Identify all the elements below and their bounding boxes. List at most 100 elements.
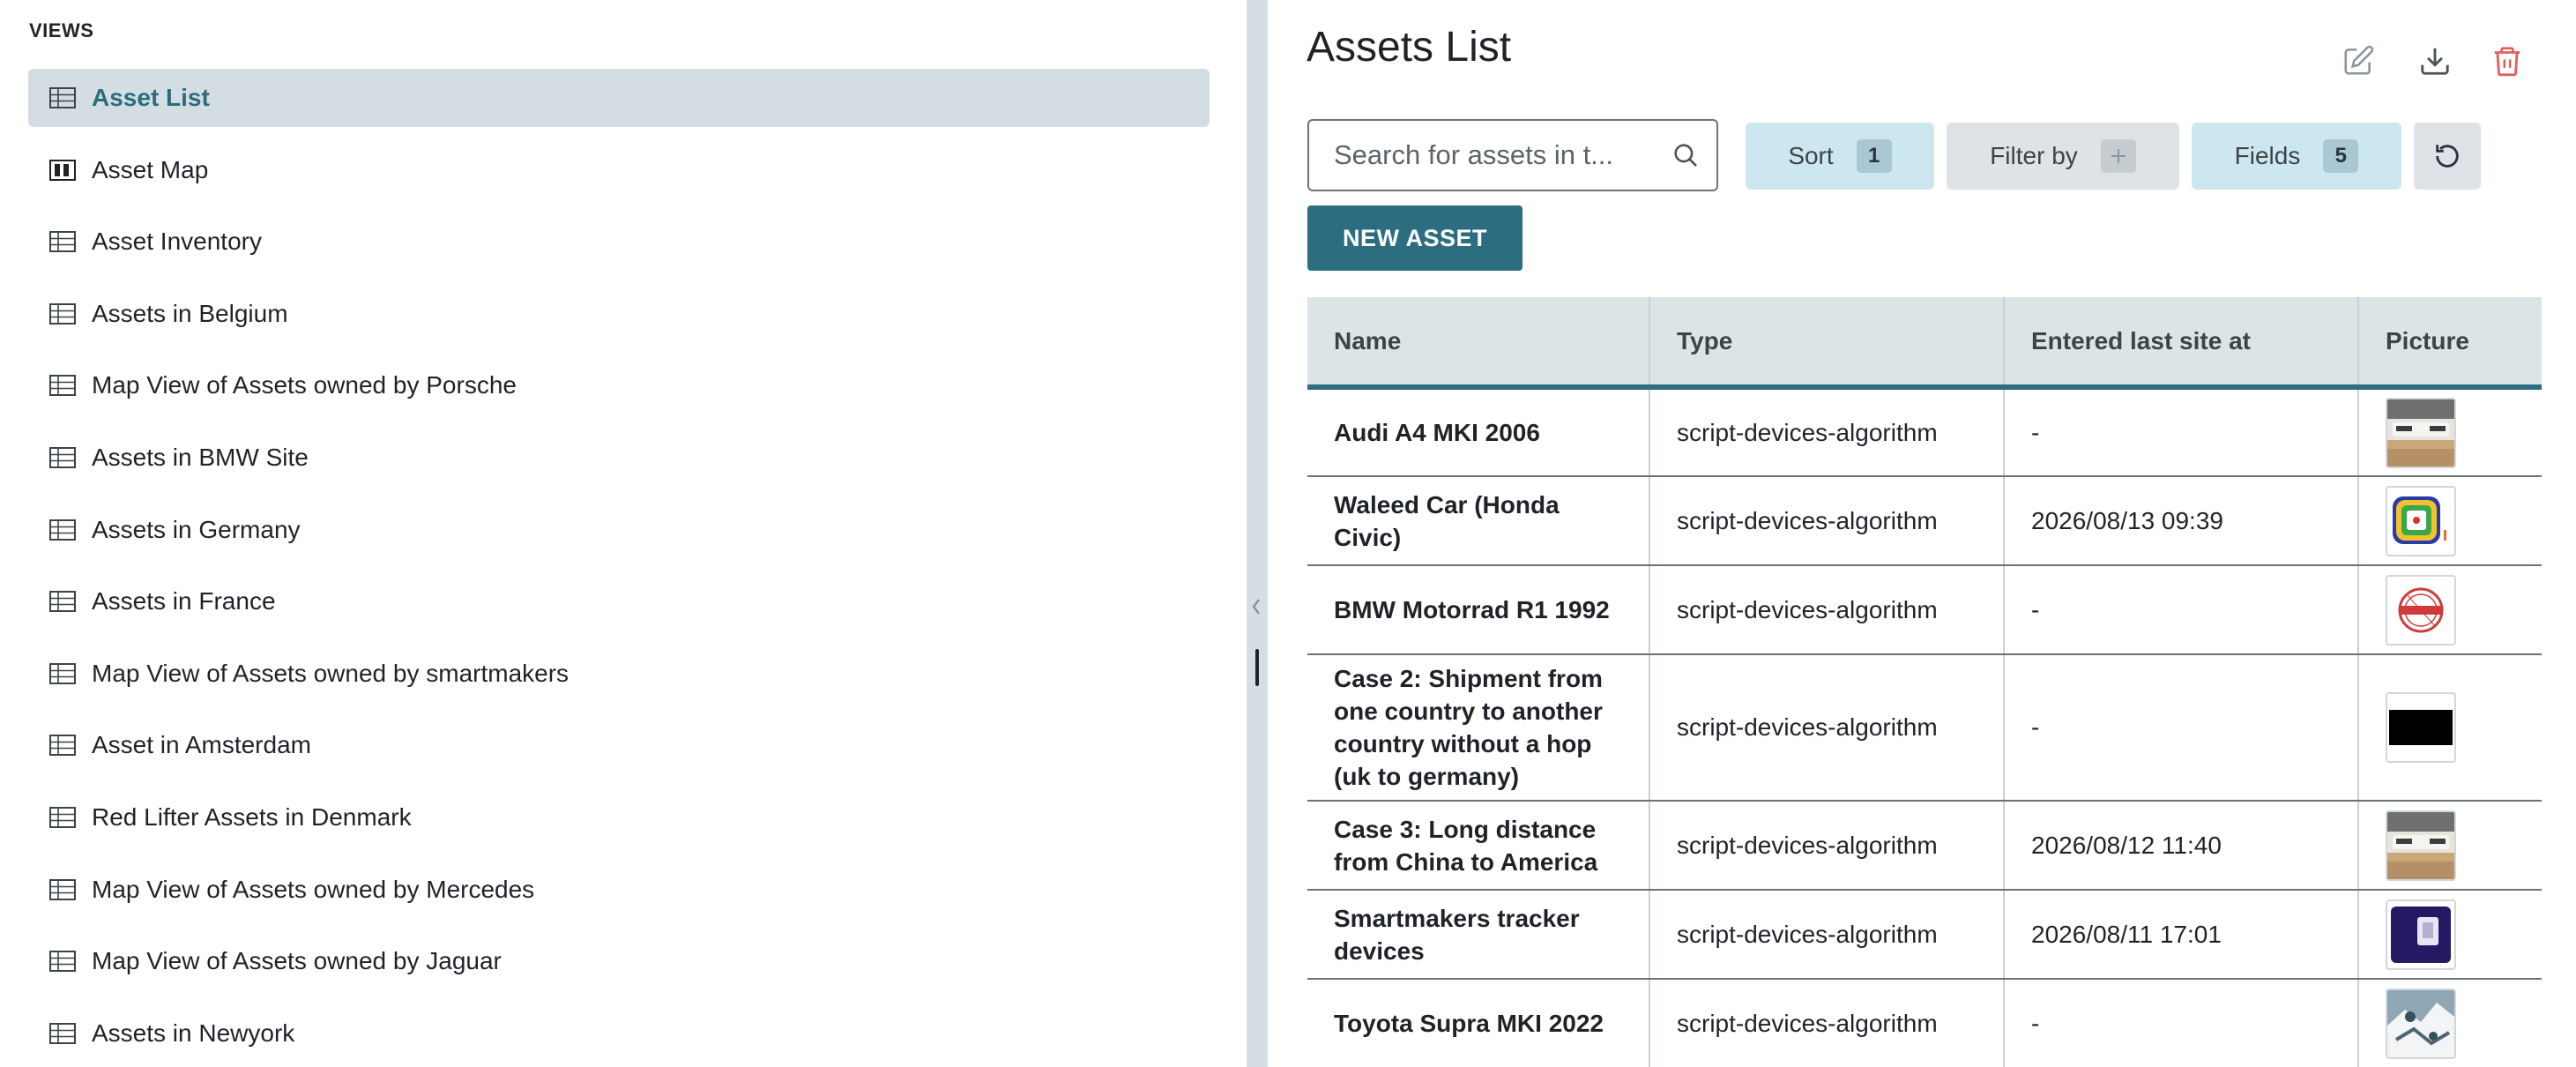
column-header-entered-last-site[interactable]: Entered last site at (2004, 297, 2359, 390)
table-icon (49, 662, 76, 684)
view-item-asset-map[interactable]: Asset Map (28, 141, 1210, 199)
map-columns-icon (49, 159, 76, 181)
assets-table: Name Type Entered last site at Picture A… (1307, 297, 2542, 1067)
view-item-asset-list[interactable]: Asset List (28, 69, 1210, 127)
table-row[interactable]: Toyota Supra MKI 2022 script-devices-algo… (1307, 979, 2542, 1067)
view-item-label: Map View of Assets owned by Jaguar (92, 947, 502, 975)
asset-type-cell: script-devices-algorithm (1649, 476, 2005, 566)
view-item-label: Assets in Newyork (92, 1018, 295, 1047)
picture-cell (2358, 890, 2542, 980)
collapse-left-icon[interactable] (1250, 596, 1262, 617)
table-body: Audi A4 MKI 2006 script-devices-algorithm… (1307, 387, 2542, 1067)
sample-stamp-thumbnail[interactable] (2386, 574, 2456, 645)
edit-button[interactable] (2336, 39, 2380, 83)
view-item-map-view-of-assets-owned-by-porsche[interactable]: Map View of Assets owned by Porsche (28, 356, 1210, 414)
sort-button[interactable]: Sort 1 (1746, 123, 1934, 190)
view-item-asset-inventory[interactable]: Asset Inventory (28, 213, 1210, 271)
asset-name-link[interactable]: Audi A4 MKI 2006 (1307, 387, 1650, 477)
view-item-assets-in-bmw-site[interactable]: Assets in BMW Site (28, 429, 1210, 487)
asset-name-link[interactable]: BMW Motorrad R1 1992 (1307, 565, 1650, 655)
view-item-red-lifter-assets-in-denmark[interactable]: Red Lifter Assets in Denmark (28, 788, 1210, 847)
asset-name-link[interactable]: Waleed Car (Honda Civic) (1307, 476, 1650, 566)
picture-cell (2358, 801, 2542, 891)
view-item-assets-in-newyork[interactable]: Assets in Newyork (28, 1004, 1210, 1063)
column-header-picture[interactable]: Picture (2358, 297, 2542, 390)
view-item-assets-in-belgium[interactable]: Assets in Belgium (28, 285, 1210, 343)
asset-name-link[interactable]: Toyota Supra MKI 2022 (1307, 979, 1650, 1067)
snow-photo-thumbnail[interactable] (2386, 988, 2456, 1059)
asset-type-cell: script-devices-algorithm (1649, 801, 2005, 891)
view-item-assets-in-france[interactable]: Assets in France (28, 572, 1210, 630)
car-photo-thumbnail[interactable] (2386, 810, 2456, 881)
column-header-type[interactable]: Type (1649, 297, 2005, 390)
resize-handle[interactable] (1255, 649, 1259, 686)
table-row[interactable]: Case 3: Long distance from China to Amer… (1307, 801, 2542, 891)
table-row[interactable]: BMW Motorrad R1 1992 script-devices-algor… (1307, 565, 2542, 655)
table-icon (49, 806, 76, 828)
picture-cell (2358, 387, 2542, 477)
tracker-device-thumbnail[interactable] (2386, 899, 2456, 970)
reset-icon (2436, 145, 2459, 168)
main-content: Assets List Sort 1 (1268, 0, 2576, 1067)
view-item-label: Map View of Assets owned by Mercedes (92, 875, 535, 903)
view-item-map-view-of-assets-owned-by-mercedes[interactable]: Map View of Assets owned by Mercedes (28, 861, 1210, 919)
asset-name-link[interactable]: Case 3: Long distance from China to Amer… (1307, 801, 1650, 891)
view-item-map-view-of-assets-owned-by-smartmakers[interactable]: Map View of Assets owned by smartmakers (28, 645, 1210, 703)
view-item-label: Assets in Germany (92, 515, 301, 543)
entered-last-site-cell: - (2004, 565, 2359, 655)
car-photo-thumbnail[interactable] (2386, 397, 2456, 468)
view-item-label: Map View of Assets owned by Porsche (92, 371, 517, 399)
table-icon (49, 951, 76, 973)
new-asset-button[interactable]: NEW ASSET (1307, 205, 1523, 271)
view-item-label: Assets in BMW Site (92, 443, 309, 471)
view-item-assets-in-germany[interactable]: Assets in Germany (28, 501, 1210, 559)
entered-last-site-cell: 2026/08/13 09:39 (2004, 476, 2359, 566)
black-thumbnail[interactable] (2386, 692, 2456, 763)
picture-cell (2358, 654, 2542, 802)
view-item-label: Red Lifter Assets in Denmark (92, 802, 412, 831)
delete-button[interactable] (2485, 39, 2529, 83)
fields-button[interactable]: Fields 5 (2192, 123, 2401, 190)
table-icon (49, 302, 76, 325)
picture-cell (2358, 476, 2542, 566)
view-item-asset-in-amsterdam[interactable]: Asset in Amsterdam (28, 716, 1210, 774)
asset-name-link[interactable]: Case 2: Shipment from one country to ano… (1307, 654, 1650, 802)
table-row[interactable]: Case 2: Shipment from one country to ano… (1307, 654, 2542, 802)
views-list: Asset List Asset Map Asset Inventory Assets… (28, 69, 1210, 1067)
table-icon (49, 446, 76, 468)
picture-cell (2358, 565, 2542, 655)
column-header-name[interactable]: Name (1307, 297, 1650, 390)
entered-last-site-cell: 2026/08/11 17:01 (2004, 890, 2359, 980)
view-item-label: Assets in France (92, 587, 276, 616)
filter-button[interactable]: Filter by (1947, 123, 2179, 190)
filter-label: Filter by (1990, 142, 2078, 169)
view-item-label: Asset Inventory (92, 228, 262, 256)
table-row[interactable]: Audi A4 MKI 2006 script-devices-algorithm… (1307, 387, 2542, 477)
table-icon (49, 231, 76, 253)
search-input[interactable] (1334, 139, 1671, 171)
table-icon (49, 591, 76, 613)
edit-icon (2344, 45, 2374, 75)
table-row[interactable]: Smartmakers tracker devices script-device… (1307, 890, 2542, 980)
views-sidebar: VIEWS Asset List Asset Map Asset Inventory… (0, 0, 1247, 1067)
table-icon (49, 87, 76, 108)
panel-splitter[interactable] (1247, 0, 1268, 1067)
table-icon (49, 1022, 76, 1044)
entered-last-site-cell: - (2004, 387, 2359, 477)
reset-button[interactable] (2414, 123, 2481, 190)
colorful-badge-thumbnail[interactable] (2386, 485, 2456, 556)
plus-icon (2100, 139, 2136, 173)
picture-cell (2358, 979, 2542, 1067)
views-heading: VIEWS (29, 19, 94, 41)
view-item-label: Map View of Assets owned by smartmakers (92, 659, 570, 687)
search-icon[interactable] (1671, 140, 1701, 170)
download-button[interactable] (2413, 39, 2457, 83)
table-icon (49, 519, 76, 541)
view-item-map-view-of-assets-owned-by-jaguar[interactable]: Map View of Assets owned by Jaguar (28, 932, 1210, 990)
search-box[interactable] (1307, 119, 1718, 191)
page-title: Assets List (1307, 24, 1512, 71)
table-row[interactable]: Waleed Car (Honda Civic) script-devices-a… (1307, 476, 2542, 566)
asset-type-cell: script-devices-algorithm (1649, 654, 2005, 802)
view-item-label: Asset Map (92, 155, 209, 183)
asset-name-link[interactable]: Smartmakers tracker devices (1307, 890, 1650, 980)
